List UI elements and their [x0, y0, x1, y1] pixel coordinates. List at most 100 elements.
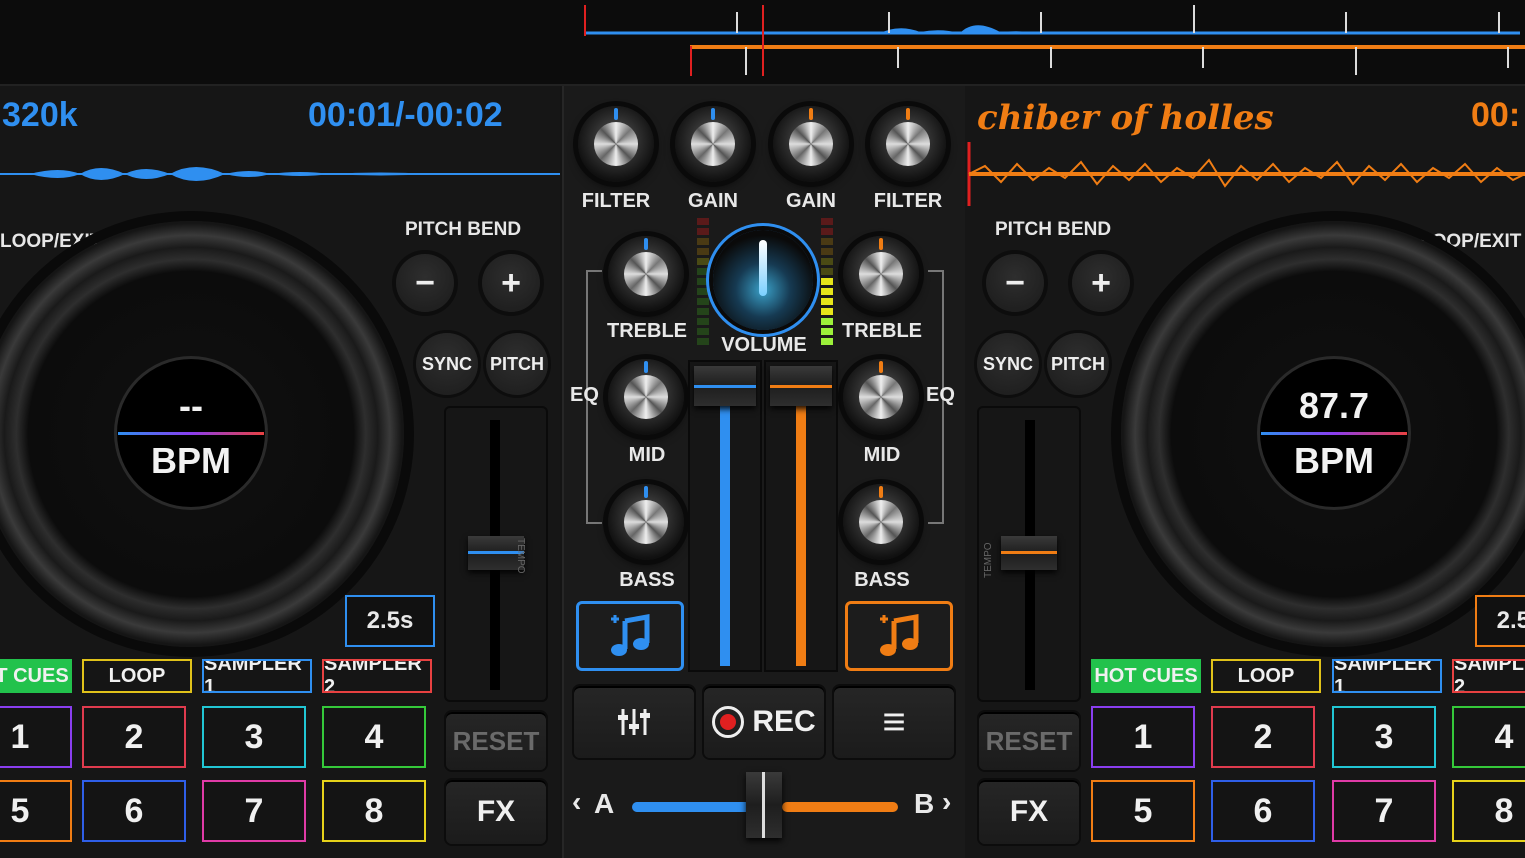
- channel-fader-left-level: [720, 402, 730, 666]
- filter-left-knob[interactable]: [578, 106, 654, 182]
- left-waveform[interactable]: [0, 156, 560, 190]
- left-pad-2[interactable]: 2: [82, 706, 186, 768]
- crossfader-handle[interactable]: [746, 772, 782, 838]
- channel-fader-left[interactable]: [690, 362, 760, 670]
- left-pad-8[interactable]: 8: [322, 780, 426, 842]
- left-loop-length-button[interactable]: 2.5s: [345, 595, 435, 647]
- right-tab-loop[interactable]: LOOP: [1211, 659, 1321, 693]
- menu-button[interactable]: ≡: [834, 686, 954, 758]
- add-music-left-button[interactable]: [576, 601, 684, 671]
- mid-left-knob[interactable]: [608, 359, 684, 435]
- record-button[interactable]: REC: [704, 686, 824, 758]
- left-pitch-bend-minus-button[interactable]: −: [396, 254, 454, 312]
- right-pitch-bend-label: PITCH BEND: [995, 219, 1112, 240]
- left-pad-3[interactable]: 3: [202, 706, 306, 768]
- gain-right-knob[interactable]: [773, 106, 849, 182]
- left-jog-wheel[interactable]: -- BPM: [0, 221, 404, 647]
- right-pitch-button[interactable]: PITCH: [1047, 333, 1109, 395]
- equalizer-sliders-icon: [618, 709, 650, 735]
- right-fx-button[interactable]: FX: [979, 780, 1079, 844]
- mid-right-label: MID: [863, 444, 901, 466]
- right-bpm-disc: 87.7 BPM: [1260, 359, 1408, 507]
- crossfader-left-bar: [632, 802, 752, 812]
- right-bpm-unit: BPM: [1294, 439, 1374, 481]
- filter-right-knob[interactable]: [870, 106, 946, 182]
- mixer-settings-button[interactable]: [574, 686, 694, 758]
- right-tab-sampler-1[interactable]: SAMPLER 1: [1332, 659, 1442, 693]
- crossfader[interactable]: [632, 772, 900, 838]
- mid-right-knob[interactable]: [843, 359, 919, 435]
- mixer: FILTER GAIN GAIN FILTER VOLUME EQ TREBLE…: [562, 86, 967, 858]
- right-loop-length-button[interactable]: 2.5s: [1475, 595, 1525, 647]
- right-tempo-fader[interactable]: TEMPO: [979, 408, 1079, 700]
- channel-fader-right-handle[interactable]: [770, 366, 832, 406]
- right-pad-7[interactable]: 7: [1332, 780, 1436, 842]
- right-pad-3[interactable]: 3: [1332, 706, 1436, 768]
- eq-right-label: EQ: [926, 384, 955, 406]
- record-label: REC: [752, 705, 816, 738]
- left-pad-6[interactable]: 6: [82, 780, 186, 842]
- gain-left-label: GAIN: [688, 190, 738, 212]
- track-overview[interactable]: [0, 0, 1525, 86]
- left-tab-sampler-2[interactable]: SAMPLER 2: [322, 659, 432, 693]
- left-tab-hot-cues[interactable]: HOT CUES: [0, 659, 72, 693]
- gain-left-knob[interactable]: [675, 106, 751, 182]
- right-pitch-bend-minus-button[interactable]: −: [986, 254, 1044, 312]
- treble-left-label: TREBLE: [607, 320, 687, 342]
- bass-left-knob[interactable]: [608, 484, 684, 560]
- bass-right-knob[interactable]: [843, 484, 919, 560]
- left-pad-1[interactable]: 1: [0, 706, 72, 768]
- left-sync-button[interactable]: SYNC: [416, 333, 478, 395]
- left-pad-5[interactable]: 5: [0, 780, 72, 842]
- right-pad-5[interactable]: 5: [1091, 780, 1195, 842]
- mid-left-label: MID: [628, 444, 666, 466]
- right-pad-6[interactable]: 6: [1211, 780, 1315, 842]
- treble-right-knob[interactable]: [843, 236, 919, 312]
- left-reset-button[interactable]: RESET: [446, 712, 546, 770]
- master-volume-indicator: [759, 240, 767, 296]
- right-waveform[interactable]: [965, 142, 1525, 206]
- filter-left-label: FILTER: [581, 190, 651, 212]
- add-music-right-button[interactable]: [845, 601, 953, 671]
- treble-right-label: TREBLE: [842, 320, 922, 342]
- left-pad-7[interactable]: 7: [202, 780, 306, 842]
- filter-right-label: FILTER: [873, 190, 943, 212]
- left-bpm-divider: [118, 431, 264, 435]
- left-bpm-disc: -- BPM: [117, 359, 265, 507]
- left-fx-button[interactable]: FX: [446, 780, 546, 844]
- right-pad-4[interactable]: 4: [1452, 706, 1525, 768]
- left-pad-4[interactable]: 4: [322, 706, 426, 768]
- right-tempo-handle[interactable]: [1001, 536, 1057, 570]
- channel-fader-left-handle[interactable]: [694, 366, 756, 406]
- right-pad-8[interactable]: 8: [1452, 780, 1525, 842]
- right-tempo-handle-line: [1001, 551, 1057, 554]
- treble-left-knob[interactable]: [608, 236, 684, 312]
- crossfader-next-icon[interactable]: ›: [942, 786, 951, 818]
- left-bitrate: 320k: [2, 96, 78, 134]
- volume-label: VOLUME: [721, 334, 807, 356]
- right-tab-hot-cues[interactable]: HOT CUES: [1091, 659, 1201, 693]
- right-pad-1[interactable]: 1: [1091, 706, 1195, 768]
- left-tempo-fader[interactable]: TEMPO: [446, 408, 546, 700]
- right-pad-2[interactable]: 2: [1211, 706, 1315, 768]
- channel-fader-right-level: [796, 402, 806, 666]
- overview-waveforms[interactable]: [0, 0, 1525, 84]
- left-tab-loop[interactable]: LOOP: [82, 659, 192, 693]
- master-volume-knob[interactable]: [713, 230, 813, 330]
- left-tab-sampler-1[interactable]: SAMPLER 1: [202, 659, 312, 693]
- left-pitch-button[interactable]: PITCH: [486, 333, 548, 395]
- vu-meter-left: [697, 218, 709, 348]
- crossfader-prev-icon[interactable]: ‹: [572, 786, 581, 818]
- right-sync-button[interactable]: SYNC: [977, 333, 1039, 395]
- channel-fader-right[interactable]: [766, 362, 836, 670]
- right-track-title: chiber of holles: [977, 98, 1274, 138]
- left-bpm-unit: BPM: [151, 439, 231, 481]
- left-time-display: 00:01/-00:02: [308, 96, 503, 134]
- right-jog-wheel[interactable]: 87.7 BPM: [1121, 221, 1525, 647]
- crossfader-right-bar: [782, 802, 898, 812]
- left-pitch-bend-label: PITCH BEND: [405, 219, 522, 240]
- right-reset-button[interactable]: RESET: [979, 712, 1079, 770]
- right-pitch-bend-plus-button[interactable]: +: [1072, 254, 1130, 312]
- right-tab-sampler-2[interactable]: SAMPLER 2: [1452, 659, 1525, 693]
- left-pitch-bend-plus-button[interactable]: +: [482, 254, 540, 312]
